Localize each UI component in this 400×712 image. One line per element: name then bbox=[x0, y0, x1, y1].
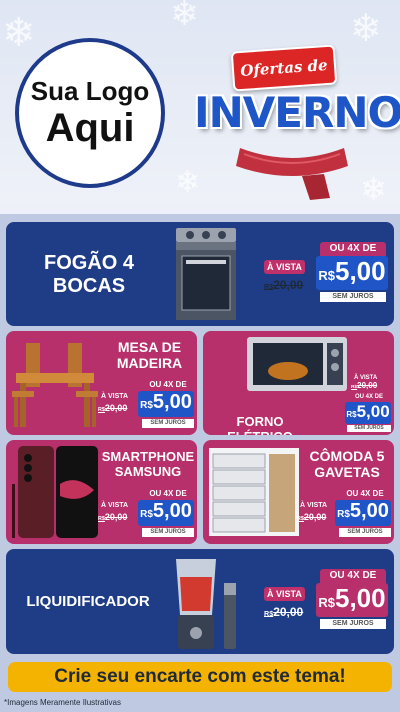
snowflake-icon: ❄ bbox=[170, 0, 199, 34]
price-currency: R$ bbox=[337, 509, 350, 520]
old-price-value: 20,00 bbox=[303, 512, 327, 522]
product-card-stove[interactable]: FOGÃO 4 BOCAS À VISTA R$20,00 OU 4X DE R… bbox=[6, 222, 394, 326]
old-price: R$20,00 bbox=[297, 512, 326, 522]
no-interest-label: SEM JUROS bbox=[320, 292, 386, 302]
price-tag: À VISTA R$20,00 OU 4X DE R$ 5,00 SEM JUR… bbox=[264, 569, 388, 651]
product-card-table[interactable]: MESA DE MADEIRA À VISTA R$20,00 OU 4X DE… bbox=[6, 331, 197, 435]
price-value: 5,00 bbox=[152, 500, 192, 522]
price-tag: À VISTA R$20,00 OU 4X DE R$ 5,00 SEM JUR… bbox=[297, 488, 393, 542]
old-price-currency: R$ bbox=[264, 609, 274, 618]
offers-banner-text: Ofertas de bbox=[239, 55, 329, 81]
cta-banner[interactable]: Crie seu encarte com este tema! bbox=[8, 662, 392, 692]
old-price-value: 20,00 bbox=[273, 605, 304, 619]
installment-price: R$ 5,00 bbox=[345, 402, 391, 424]
old-price: R$20,00 bbox=[264, 605, 303, 619]
installment-price: R$ 5,00 bbox=[138, 500, 194, 526]
product-name: SMARTPHONE SAMSUNG bbox=[100, 449, 196, 480]
old-price-value: 20,00 bbox=[273, 278, 304, 292]
dresser-image bbox=[209, 448, 299, 536]
logo-line-1: Sua Logo bbox=[30, 76, 150, 106]
snowflake-icon: ❄ bbox=[2, 10, 36, 56]
cash-label: À VISTA bbox=[101, 502, 129, 509]
product-name-line-1: CÔMODA 5 bbox=[309, 448, 385, 464]
old-price-currency: R$ bbox=[264, 282, 274, 291]
cash-label: À VISTA bbox=[300, 502, 328, 509]
no-interest-label: SEM JUROS bbox=[142, 528, 194, 537]
installments-label: OU 4X DE bbox=[339, 488, 391, 499]
price-tag: À VISTA R$20,00 OU 4X DE R$ 5,00 SEM JUR… bbox=[264, 242, 388, 324]
table-image bbox=[12, 343, 98, 427]
product-card-blender[interactable]: LIQUIDIFICADOR À VISTA R$20,00 OU 4X DE … bbox=[6, 549, 394, 654]
no-interest-label: SEM JUROS bbox=[320, 619, 386, 629]
no-interest-label: SEM JUROS bbox=[347, 425, 391, 432]
old-price-value: 20,00 bbox=[104, 403, 128, 413]
old-price: R$20,00 bbox=[98, 403, 127, 413]
product-card-oven[interactable]: FORNO ELÉTRICO À VISTA R$20,00 OU 4X DE … bbox=[203, 331, 394, 435]
product-card-smartphone[interactable]: SMARTPHONE SAMSUNG À VISTA R$20,00 OU 4X… bbox=[6, 440, 197, 544]
product-name-line-2: GAVETAS bbox=[314, 464, 380, 481]
product-name: MESA DE MADEIRA bbox=[102, 339, 197, 371]
installments-label: OU 4X DE bbox=[320, 569, 386, 583]
snowflake-icon: ❄ bbox=[350, 6, 382, 50]
price-currency: R$ bbox=[318, 595, 335, 610]
offers-banner: Ofertas de bbox=[230, 44, 338, 92]
stove-image bbox=[176, 228, 236, 320]
smartphone-image bbox=[12, 446, 98, 538]
cash-label: À VISTA bbox=[264, 587, 305, 601]
oven-image bbox=[247, 337, 347, 391]
blender-image bbox=[176, 559, 236, 649]
price-tag: À VISTA R$20,00 OU 4X DE R$ 5,00 SEM JUR… bbox=[343, 371, 393, 433]
old-price: R$20,00 bbox=[98, 512, 127, 522]
installment-price: R$ 5,00 bbox=[316, 256, 388, 290]
price-currency: R$ bbox=[140, 400, 153, 411]
price-currency: R$ bbox=[140, 509, 153, 520]
product-card-dresser[interactable]: CÔMODA 5 GAVETAS À VISTA R$20,00 OU 4X D… bbox=[203, 440, 394, 544]
price-value: 5,00 bbox=[349, 500, 389, 522]
old-price: R$20,00 bbox=[264, 278, 303, 292]
installment-price: R$ 5,00 bbox=[138, 391, 194, 417]
price-value: 5,00 bbox=[356, 402, 390, 421]
old-price-currency: R$ bbox=[297, 516, 304, 522]
product-name-line-1: SMARTPHONE bbox=[101, 449, 195, 464]
installments-label: OU 4X DE bbox=[142, 488, 194, 499]
installment-price: R$ 5,00 bbox=[316, 583, 388, 617]
price-currency: R$ bbox=[318, 268, 335, 283]
installments-label: OU 4X DE bbox=[142, 379, 194, 390]
price-tag: À VISTA R$20,00 OU 4X DE R$ 5,00 SEM JUR… bbox=[98, 379, 194, 433]
product-name: FORNO ELÉTRICO bbox=[227, 414, 293, 435]
no-interest-label: SEM JUROS bbox=[142, 419, 194, 428]
snowflake-icon: ❄ bbox=[360, 170, 387, 208]
no-interest-label: SEM JUROS bbox=[339, 528, 391, 537]
product-name-line-2: BOCAS bbox=[52, 275, 126, 297]
cash-label: À VISTA bbox=[101, 393, 129, 400]
price-tag: À VISTA R$20,00 OU 4X DE R$ 5,00 SEM JUR… bbox=[98, 488, 194, 542]
product-name: CÔMODA 5 GAVETAS bbox=[301, 448, 393, 480]
installments-label: OU 4X DE bbox=[320, 242, 386, 256]
product-name-line-2: MADEIRA bbox=[116, 355, 183, 372]
price-value: 5,00 bbox=[152, 391, 192, 413]
installment-price: R$ 5,00 bbox=[335, 500, 391, 526]
product-name-line-2: SAMSUNG bbox=[114, 463, 182, 479]
product-name: FOGÃO 4 BOCAS bbox=[14, 252, 164, 298]
price-value: 5,00 bbox=[335, 256, 386, 286]
old-price-value: 20,00 bbox=[357, 381, 378, 390]
old-price: R$20,00 bbox=[351, 381, 377, 390]
old-price-currency: R$ bbox=[98, 516, 105, 522]
old-price-currency: R$ bbox=[98, 407, 105, 413]
product-name-line-1: FOGÃO 4 bbox=[43, 252, 134, 274]
price-currency: R$ bbox=[346, 410, 357, 419]
snowflake-icon: ❄ bbox=[175, 165, 201, 200]
logo-placeholder: Sua Logo Aqui bbox=[15, 38, 165, 188]
scarf-icon bbox=[236, 148, 348, 200]
product-name: LIQUIDIFICADOR bbox=[26, 593, 150, 610]
installments-label: OU 4X DE bbox=[347, 393, 391, 402]
old-price-value: 20,00 bbox=[104, 512, 128, 522]
price-value: 5,00 bbox=[335, 583, 386, 613]
product-name-line-1: MESA DE bbox=[117, 339, 182, 355]
cash-label: À VISTA bbox=[264, 260, 305, 274]
logo-line-2: Aqui bbox=[45, 106, 135, 150]
winter-title: INVERNO bbox=[194, 88, 400, 137]
disclaimer: *Imagens Meramente Ilustrativas bbox=[4, 698, 121, 707]
